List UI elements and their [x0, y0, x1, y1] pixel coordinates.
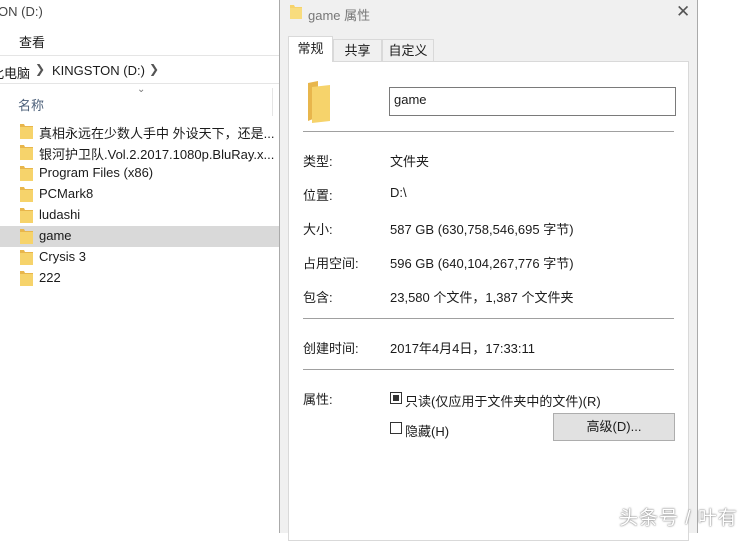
- disk-size-label: 占用空间:: [303, 256, 359, 271]
- tab-general[interactable]: 常规: [288, 36, 333, 62]
- contains-value: 23,580 个文件，1,387 个文件夹: [390, 290, 574, 305]
- separator: [303, 131, 674, 132]
- list-item[interactable]: Crysis 3: [0, 247, 280, 268]
- watermark-text: 头条号 / 叶有: [619, 508, 738, 529]
- folder-icon: [290, 5, 302, 19]
- list-item[interactable]: 真相永远在少数人手中 外设天下，还是...: [0, 121, 280, 142]
- file-name: 真相永远在少数人手中 外设天下，还是...: [39, 126, 275, 141]
- contains-label: 包含:: [303, 290, 333, 305]
- folder-icon: [308, 81, 330, 123]
- created-value: 2017年4月4日，17:33:11: [390, 341, 536, 356]
- column-header-name[interactable]: 名称: [18, 95, 44, 114]
- hidden-label[interactable]: 隐藏(H): [405, 421, 449, 440]
- file-name: PCMark8: [39, 186, 94, 201]
- size-label: 大小:: [303, 222, 333, 237]
- readonly-checkbox[interactable]: [390, 392, 402, 404]
- type-value: 文件夹: [390, 154, 430, 169]
- list-item[interactable]: ludashi: [0, 205, 280, 226]
- folder-icon: [20, 124, 33, 139]
- folder-icon: [20, 250, 33, 265]
- dialog-title: game 属性: [308, 8, 371, 23]
- tab-customize[interactable]: 自定义: [382, 39, 434, 61]
- file-name: Crysis 3: [39, 249, 86, 264]
- breadcrumb-this-pc[interactable]: 此电脑: [0, 63, 30, 82]
- explorer-title: ON (D:): [0, 4, 43, 19]
- breadcrumb-drive[interactable]: KINGSTON (D:): [52, 63, 145, 78]
- folder-icon: [20, 271, 33, 286]
- sort-arrow-icon: ⌄: [137, 84, 146, 95]
- file-name: ludashi: [39, 207, 81, 222]
- file-name: game: [39, 228, 72, 243]
- properties-dialog: game 属性 ✕ 常规 共享 自定义 game 类型: 文件夹 位置: D:\…: [279, 0, 698, 541]
- separator: [303, 318, 674, 319]
- general-tab-panel: game 类型: 文件夹 位置: D:\ 大小: 587 GB (630,758…: [288, 61, 689, 541]
- type-label: 类型:: [303, 154, 333, 169]
- list-item[interactable]: game: [0, 226, 280, 247]
- location-label: 位置:: [303, 188, 333, 203]
- advanced-button[interactable]: 高级(D)...: [553, 413, 675, 441]
- created-label: 创建时间:: [303, 341, 359, 356]
- file-name: Program Files (x86): [39, 165, 154, 180]
- explorer-window: ON (D:) 查看 此电脑 ❯ KINGSTON (D:) ❯ 名称 ⌄ 真相…: [0, 0, 280, 533]
- hidden-checkbox[interactable]: [390, 422, 402, 434]
- location-value: D:\: [390, 185, 407, 200]
- list-item[interactable]: PCMark8: [0, 184, 280, 205]
- close-icon[interactable]: ✕: [676, 3, 690, 20]
- folder-icon: [20, 145, 33, 160]
- address-bar[interactable]: 此电脑 ❯ KINGSTON (D:) ❯: [0, 61, 280, 81]
- folder-icon: [20, 166, 33, 181]
- list-item[interactable]: 银河护卫队.Vol.2.2017.1080p.BluRay.x...: [0, 142, 280, 163]
- list-item[interactable]: 222: [0, 268, 280, 289]
- ribbon-divider: [0, 55, 280, 56]
- file-name: 222: [39, 270, 61, 285]
- folder-icon: [20, 187, 33, 202]
- ribbon-view-tab[interactable]: 查看: [19, 32, 45, 51]
- list-item[interactable]: Program Files (x86): [0, 163, 280, 184]
- column-divider[interactable]: [272, 88, 273, 116]
- chevron-right-icon[interactable]: ❯: [35, 62, 45, 76]
- file-name: 银河护卫队.Vol.2.2017.1080p.BluRay.x...: [39, 147, 275, 162]
- size-value: 587 GB (630,758,546,695 字节): [390, 222, 574, 237]
- separator: [303, 369, 674, 370]
- tab-sharing[interactable]: 共享: [333, 39, 382, 61]
- folder-name-input[interactable]: game: [389, 87, 676, 116]
- attributes-label: 属性:: [303, 392, 333, 407]
- disk-size-value: 596 GB (640,104,267,776 字节): [390, 256, 574, 271]
- folder-icon: [20, 208, 33, 223]
- folder-icon: [20, 229, 33, 244]
- readonly-label[interactable]: 只读(仅应用于文件夹中的文件)(R): [405, 391, 601, 410]
- chevron-right-icon[interactable]: ❯: [149, 62, 159, 76]
